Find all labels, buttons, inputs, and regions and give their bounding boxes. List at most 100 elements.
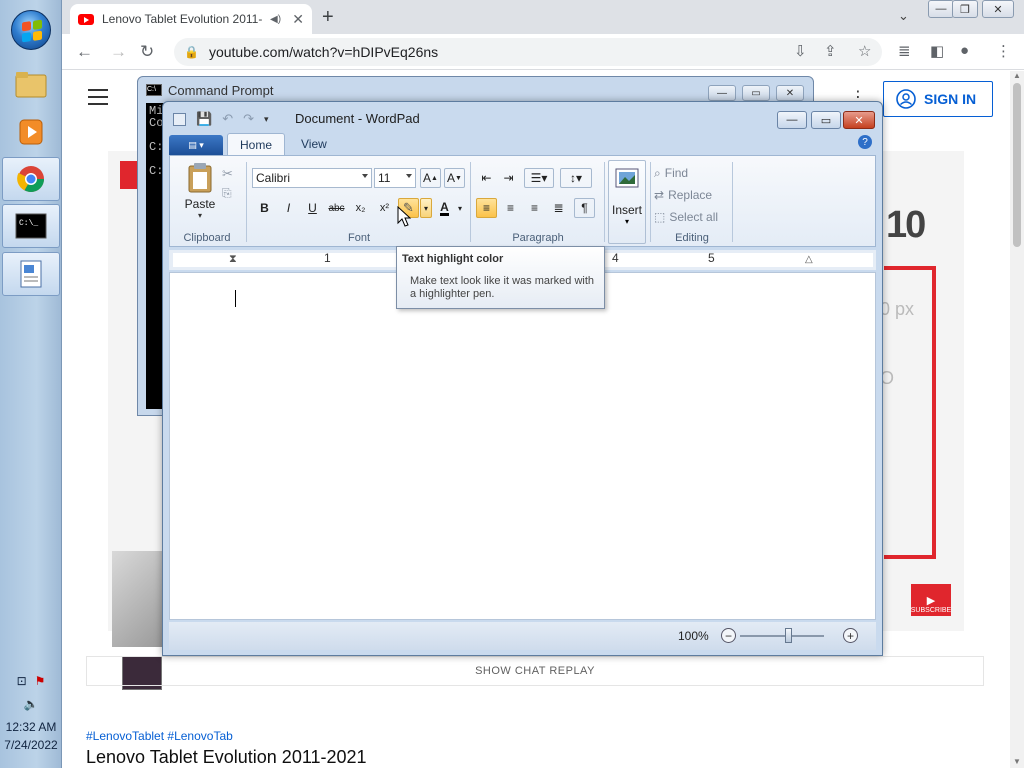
underline-button[interactable]: U: [302, 198, 323, 218]
paste-button[interactable]: Paste ▾: [180, 162, 220, 220]
shrink-font-button[interactable]: A ▼: [444, 168, 465, 188]
chrome-close-button[interactable]: ✕: [982, 0, 1014, 18]
taskbar-explorer[interactable]: [2, 62, 60, 106]
scroll-down-icon[interactable]: ▼: [1013, 757, 1021, 766]
save-icon[interactable]: 💾: [196, 111, 212, 127]
media-control-icon[interactable]: ≣: [898, 42, 911, 60]
reload-icon[interactable]: ↻: [140, 42, 154, 62]
browser-tab[interactable]: Lenovo Tablet Evolution 2011-2 ◀) ✕: [70, 4, 312, 34]
superscript-button[interactable]: x²: [374, 198, 395, 218]
bullets-button[interactable]: ☰▾: [524, 168, 554, 188]
side-panel-icon[interactable]: ◧: [930, 42, 944, 60]
wordpad-close-button[interactable]: ✕: [843, 111, 875, 129]
align-right-button[interactable]: ≡: [524, 198, 545, 218]
scroll-thumb[interactable]: [1013, 83, 1021, 247]
font-color-button[interactable]: A: [434, 198, 455, 218]
find-button[interactable]: ⌕ Find: [654, 164, 688, 182]
redo-icon[interactable]: ↷: [243, 111, 254, 127]
ribbon-tabs: ▤ ▾ Home View: [169, 133, 339, 155]
document-editor[interactable]: [169, 272, 876, 620]
back-icon[interactable]: ←: [76, 42, 93, 62]
zoom-slider[interactable]: [740, 635, 824, 637]
copy-icon[interactable]: ⎘: [222, 186, 232, 201]
play-icon: ▶: [926, 595, 936, 607]
qat-customize-icon[interactable]: ▾: [264, 114, 269, 125]
paragraph-settings-button[interactable]: ¶: [574, 198, 595, 218]
first-line-indent-marker[interactable]: ⧗: [229, 253, 237, 266]
menu-icon[interactable]: [88, 89, 108, 110]
font-size-select[interactable]: 11: [374, 168, 416, 188]
taskbar-cmd[interactable]: C:\_: [2, 204, 60, 248]
cmd-minimize-button[interactable]: —: [708, 85, 736, 101]
scroll-up-icon[interactable]: ▲: [1013, 71, 1021, 80]
cmd-title: Command Prompt: [168, 82, 274, 98]
start-button[interactable]: [11, 10, 51, 50]
font-color-dropdown-icon[interactable]: ▾: [454, 198, 466, 218]
install-icon[interactable]: ⇩: [794, 42, 807, 60]
share-icon[interactable]: ⇪: [824, 42, 837, 60]
grow-font-button[interactable]: A ▲: [420, 168, 441, 188]
network-icon[interactable]: ⊡: [17, 674, 27, 688]
windows-logo-icon: [22, 19, 42, 43]
show-chat-replay-button[interactable]: SHOW CHAT REPLAY: [86, 656, 984, 686]
font-family-select[interactable]: Calibri: [252, 168, 372, 188]
subscript-button[interactable]: x₂: [350, 198, 371, 218]
clock-date[interactable]: 7/24/2022: [0, 738, 62, 752]
video-hashtags[interactable]: #LenovoTablet #LenovoTab: [86, 729, 233, 743]
align-center-button[interactable]: ≡: [500, 198, 521, 218]
wordpad-titlebar[interactable]: 💾 ↶ ↷ ▾ Document - WordPad — ▭ ✕: [163, 102, 882, 134]
replace-button[interactable]: ⇄ Replace: [654, 186, 712, 204]
close-tab-icon[interactable]: ✕: [292, 11, 304, 28]
bookmark-star-icon[interactable]: ☆: [858, 42, 871, 60]
tab-search-chevron-icon[interactable]: ⌄: [898, 8, 909, 24]
sign-in-button[interactable]: SIGN IN: [883, 81, 993, 117]
subscribe-watermark[interactable]: ▶ SUBSCRIBE: [911, 584, 951, 616]
tab-view[interactable]: View: [289, 133, 339, 155]
overlay-text-1: 10: [886, 204, 926, 246]
wordpad-maximize-button[interactable]: ▭: [811, 111, 841, 129]
audio-playing-icon[interactable]: ◀): [270, 14, 281, 25]
clock-time[interactable]: 12:32 AM: [0, 720, 62, 734]
increase-indent-button[interactable]: ⇥: [498, 168, 519, 188]
insert-button[interactable]: Insert ▾: [608, 160, 646, 244]
bold-button[interactable]: B: [254, 198, 275, 218]
tab-home[interactable]: Home: [227, 133, 286, 155]
strikethrough-button[interactable]: abc: [326, 198, 347, 218]
wordpad-minimize-button[interactable]: —: [777, 111, 807, 129]
page-scrollbar[interactable]: ▲ ▼: [1010, 71, 1024, 768]
taskbar-media-player[interactable]: [2, 110, 60, 154]
editing-label: Editing: [675, 232, 709, 244]
volume-icon[interactable]: 🔈: [0, 697, 62, 711]
line-spacing-button[interactable]: ↕▾: [560, 168, 592, 188]
zoom-out-button[interactable]: −: [721, 628, 736, 643]
cmd-maximize-button[interactable]: ▭: [742, 85, 770, 101]
help-icon[interactable]: ?: [858, 135, 872, 149]
paste-dropdown-icon[interactable]: ▾: [180, 211, 220, 220]
cmd-close-button[interactable]: ✕: [776, 85, 804, 101]
lock-icon[interactable]: 🔒: [184, 45, 199, 59]
tab-title: Lenovo Tablet Evolution 2011-2: [102, 12, 262, 26]
undo-icon[interactable]: ↶: [222, 111, 233, 127]
justify-button[interactable]: ≣: [548, 198, 569, 218]
taskbar-wordpad[interactable]: [2, 252, 60, 296]
cut-icon[interactable]: ✂: [222, 166, 233, 182]
select-all-button[interactable]: ⬚ Select all: [654, 208, 718, 226]
right-indent-marker[interactable]: △: [805, 254, 813, 265]
chrome-icon: [17, 166, 45, 193]
italic-button[interactable]: I: [278, 198, 299, 218]
chrome-menu-icon[interactable]: ⋮: [996, 42, 1011, 60]
action-center-icon[interactable]: ⚑: [35, 674, 46, 688]
decrease-indent-button[interactable]: ⇤: [476, 168, 497, 188]
taskbar-chrome[interactable]: [2, 157, 60, 201]
highlight-dropdown-icon[interactable]: ▾: [420, 198, 432, 218]
zoom-in-button[interactable]: +: [843, 628, 858, 643]
forward-icon[interactable]: →: [110, 42, 127, 62]
zoom-slider-thumb[interactable]: [785, 628, 792, 643]
new-tab-button[interactable]: +: [322, 6, 334, 29]
chrome-restore-button[interactable]: ❐: [952, 0, 978, 18]
application-menu-button[interactable]: ▤ ▾: [169, 135, 223, 155]
chrome-minimize-button[interactable]: —: [928, 0, 954, 18]
profile-icon[interactable]: ●: [960, 42, 969, 59]
align-left-button[interactable]: ≡: [476, 198, 497, 218]
address-bar[interactable]: 🔒 youtube.com/watch?v=hDIPvEq26ns: [174, 38, 882, 66]
